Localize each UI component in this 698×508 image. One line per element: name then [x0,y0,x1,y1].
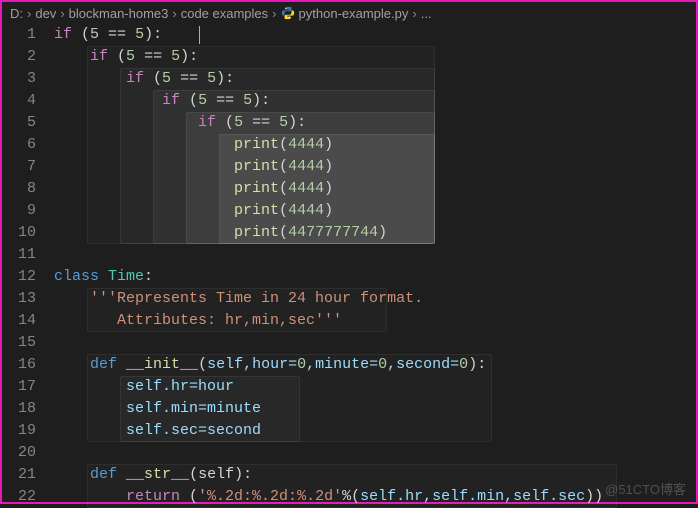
crumb-drive[interactable]: D: [10,6,23,21]
code-line[interactable]: def __str__(self): [54,464,696,486]
line-number: 22 [2,486,36,508]
code-line[interactable]: print(4444) [54,200,696,222]
crumb-folder[interactable]: code examples [181,6,268,21]
line-number: 7 [2,156,36,178]
code-line[interactable] [54,244,696,266]
text-cursor [199,26,200,44]
line-number: 19 [2,420,36,442]
code-line[interactable]: print(4477777744) [54,222,696,244]
code-line[interactable]: print(4444) [54,134,696,156]
chevron-right-icon: › [272,6,276,21]
crumb-more[interactable]: ... [421,6,432,21]
line-number: 6 [2,134,36,156]
code-line[interactable]: self.hr=hour [54,376,696,398]
code-editor[interactable]: 1 2 3 4 5 6 7 8 9 10 11 12 13 14 15 16 1… [2,24,696,502]
code-line[interactable]: if (5 == 5): [54,112,696,134]
code-line[interactable]: if (5 == 5): [54,46,696,68]
line-number: 13 [2,288,36,310]
chevron-right-icon: › [172,6,176,21]
line-number: 11 [2,244,36,266]
chevron-right-icon: › [60,6,64,21]
crumb-folder[interactable]: dev [35,6,56,21]
line-number: 20 [2,442,36,464]
line-number: 2 [2,46,36,68]
code-line[interactable] [54,332,696,354]
line-number: 9 [2,200,36,222]
line-number: 12 [2,266,36,288]
code-area[interactable]: if (5 == 5): if (5 == 5): if (5 == 5): i… [54,24,696,502]
code-line[interactable]: self.sec=second [54,420,696,442]
line-number: 1 [2,24,36,46]
watermark: @51CTO博客 [605,479,686,498]
line-number: 16 [2,354,36,376]
code-line[interactable] [54,442,696,464]
line-number: 21 [2,464,36,486]
code-line[interactable]: if (5 == 5): [54,68,696,90]
code-line[interactable]: def __init__(self,hour=0,minute=0,second… [54,354,696,376]
chevron-right-icon: › [412,6,416,21]
line-number: 10 [2,222,36,244]
line-number: 14 [2,310,36,332]
code-line[interactable]: self.min=minute [54,398,696,420]
line-number: 15 [2,332,36,354]
python-file-icon [281,6,295,20]
line-number: 5 [2,112,36,134]
code-line[interactable]: Attributes: hr,min,sec''' [54,310,696,332]
crumb-file[interactable]: python-example.py [299,6,409,21]
chevron-right-icon: › [27,6,31,21]
line-number-gutter: 1 2 3 4 5 6 7 8 9 10 11 12 13 14 15 16 1… [2,24,54,502]
code-line[interactable]: '''Represents Time in 24 hour format. [54,288,696,310]
code-line[interactable]: if (5 == 5): [54,90,696,112]
code-line[interactable]: class Time: [54,266,696,288]
line-number: 17 [2,376,36,398]
line-number: 3 [2,68,36,90]
line-number: 18 [2,398,36,420]
code-line[interactable]: print(4444) [54,178,696,200]
line-number: 4 [2,90,36,112]
code-line[interactable]: if (5 == 5): [54,24,696,46]
crumb-folder[interactable]: blockman-home3 [69,6,169,21]
code-line[interactable]: print(4444) [54,156,696,178]
line-number: 8 [2,178,36,200]
breadcrumb[interactable]: D: › dev › blockman-home3 › code example… [2,2,696,24]
code-line[interactable]: return ('%.2d:%.2d:%.2d'%(self.hr,self.m… [54,486,696,508]
